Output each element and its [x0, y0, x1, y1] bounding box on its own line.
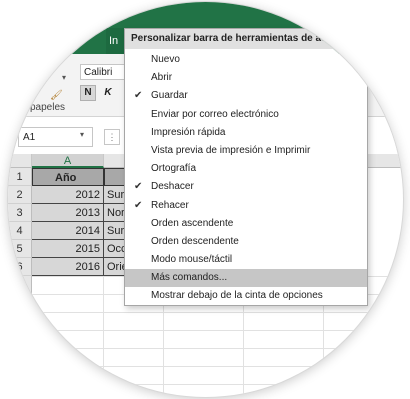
cell-year[interactable]: 2014 [32, 222, 104, 240]
menu-title: Personalizar barra de herramientas de ac… [125, 29, 367, 49]
menu-item[interactable]: Más comandos... [125, 269, 367, 288]
cell-year[interactable]: 2013 [32, 204, 104, 222]
menu-item-label: Mostrar debajo de la cinta de opciones [151, 290, 323, 302]
menu-item-label: Rehacer [151, 199, 189, 211]
name-box-dropdown-icon[interactable]: ▾ [80, 130, 84, 139]
formula-options-icon[interactable]: ⋮ [104, 129, 120, 145]
column-header-a[interactable]: A [32, 154, 104, 168]
cell-a1[interactable]: Año [32, 168, 104, 186]
grid-line [32, 312, 403, 313]
menu-item-label: Más comandos... [151, 272, 228, 284]
row-header[interactable]: 6 [8, 258, 32, 276]
menu-item[interactable]: Impresión rápida [125, 124, 367, 142]
menu-item[interactable]: Mostrar debajo de la cinta de opciones [125, 287, 367, 305]
menu-item-label: Orden ascendente [151, 217, 234, 229]
menu-item-label: Impresión rápida [151, 126, 226, 138]
grid-line [32, 384, 403, 385]
menu-item-label: Guardar [151, 90, 188, 102]
menu-item[interactable]: Nuevo [125, 51, 367, 69]
bold-button[interactable]: N [80, 85, 96, 101]
font-name-field[interactable]: Calibri [80, 64, 128, 80]
menu-item-label: Vista previa de impresión e Imprimir [151, 144, 311, 156]
menu-item-label: Ortografía [151, 163, 197, 175]
menu-item[interactable]: Vista previa de impresión e Imprimir [125, 142, 367, 160]
menu-item[interactable]: Ortografía [125, 160, 367, 178]
menu-item[interactable]: ✔ Guardar [125, 87, 367, 105]
row-header[interactable]: 4 [8, 222, 32, 240]
checkmark-icon: ✔ [134, 90, 143, 102]
cell-year[interactable]: 2016 [32, 258, 104, 276]
row-header[interactable]: 3 [8, 204, 32, 222]
menu-item[interactable]: ✔ Rehacer [125, 197, 367, 215]
cell-year[interactable]: 2015 [32, 240, 104, 258]
grid-line [32, 330, 403, 331]
clipboard-group-label: papeles [30, 102, 66, 113]
menu-item-label: Nuevo [151, 54, 180, 65]
menu-item[interactable]: Modo mouse/táctil [125, 251, 367, 269]
grid-line [32, 366, 403, 367]
row-header-filler [8, 276, 32, 376]
menu-item[interactable]: Orden descendente [125, 233, 367, 251]
checkmark-icon: ✔ [134, 199, 143, 211]
row-header[interactable]: 2 [8, 186, 32, 204]
menu-item[interactable]: ✔ Deshacer [125, 178, 367, 196]
menu-item[interactable]: Abrir [125, 69, 367, 87]
menu-item-label: Deshacer [151, 181, 194, 193]
menu-item-label: Modo mouse/táctil [151, 254, 233, 266]
checkmark-icon: ✔ [134, 181, 143, 193]
menu-item-label: Enviar por correo electrónico [151, 108, 279, 120]
menu-items: Nuevo Abrir ✔ Guardar Enviar por correo elec… [125, 49, 367, 306]
cell-year[interactable]: 2012 [32, 186, 104, 204]
grid-line [32, 348, 403, 349]
paste-dropdown-icon[interactable]: ▾ [62, 73, 66, 82]
row-header[interactable]: 5 [8, 240, 32, 258]
italic-button[interactable]: K [100, 85, 116, 101]
menu-item-label: Orden descendente [151, 235, 239, 247]
menu-item[interactable]: Enviar por correo electrónico [125, 106, 367, 124]
menu-item[interactable]: Orden ascendente [125, 215, 367, 233]
customize-quick-access-menu: Personalizar barra de herramientas de ac… [124, 28, 368, 306]
format-painter-icon[interactable]: 🖌 [50, 90, 63, 101]
magnifier-circle: In ▾ Calibri N K 🖌 papeles A1 ▾ ⋮ A 1 2 … [8, 2, 403, 397]
select-all-corner[interactable] [8, 154, 32, 168]
row-header[interactable]: 1 [8, 168, 32, 186]
menu-item-label: Abrir [151, 72, 173, 84]
